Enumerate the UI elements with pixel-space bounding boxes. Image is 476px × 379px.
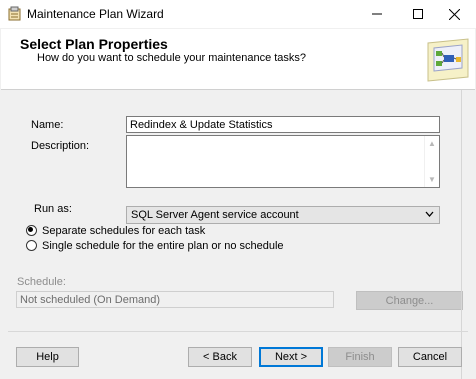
schedule-field: Not scheduled (On Demand) (16, 291, 334, 308)
description-scrollbar[interactable]: ▲ ▼ (424, 136, 439, 187)
description-field[interactable]: ▲ ▼ (126, 135, 440, 188)
radio-single-schedule[interactable] (26, 240, 37, 251)
footer-divider (8, 331, 468, 332)
schedule-label: Schedule: (17, 276, 66, 288)
scroll-up-icon[interactable]: ▲ (428, 139, 436, 148)
next-button[interactable]: Next > (259, 347, 323, 367)
change-button[interactable]: Change... (356, 291, 463, 310)
radio-separate-schedules[interactable] (26, 225, 37, 236)
name-field[interactable]: Redindex & Update Statistics (126, 116, 440, 133)
maximize-icon (413, 9, 423, 19)
run-as-label: Run as: (34, 203, 72, 215)
wizard-graphic-icon (424, 31, 472, 85)
radio-separate-schedules-label[interactable]: Separate schedules for each task (42, 225, 205, 237)
name-label: Name: (31, 119, 64, 131)
page-subtitle: How do you want to schedule your mainten… (37, 52, 307, 64)
radio-single-schedule-label[interactable]: Single schedule for the entire plan or n… (42, 240, 284, 252)
cancel-button[interactable]: Cancel (398, 347, 462, 367)
close-button[interactable] (432, 0, 476, 28)
back-button[interactable]: < Back (188, 347, 252, 367)
scroll-down-icon[interactable]: ▼ (428, 175, 436, 184)
minimize-icon (372, 13, 382, 15)
finish-button[interactable]: Finish (328, 347, 392, 367)
page-title: Select Plan Properties (20, 36, 168, 52)
window-title: Maintenance Plan Wizard (27, 7, 164, 21)
close-icon (448, 8, 460, 20)
help-button[interactable]: Help (16, 347, 79, 367)
divider (461, 90, 462, 379)
minimize-button[interactable] (355, 0, 399, 28)
description-label: Description: (31, 140, 90, 152)
run-as-dropdown[interactable]: SQL Server Agent service account (126, 206, 440, 224)
chevron-down-icon (425, 211, 434, 217)
run-as-value: SQL Server Agent service account (131, 209, 299, 221)
app-icon (7, 6, 23, 22)
